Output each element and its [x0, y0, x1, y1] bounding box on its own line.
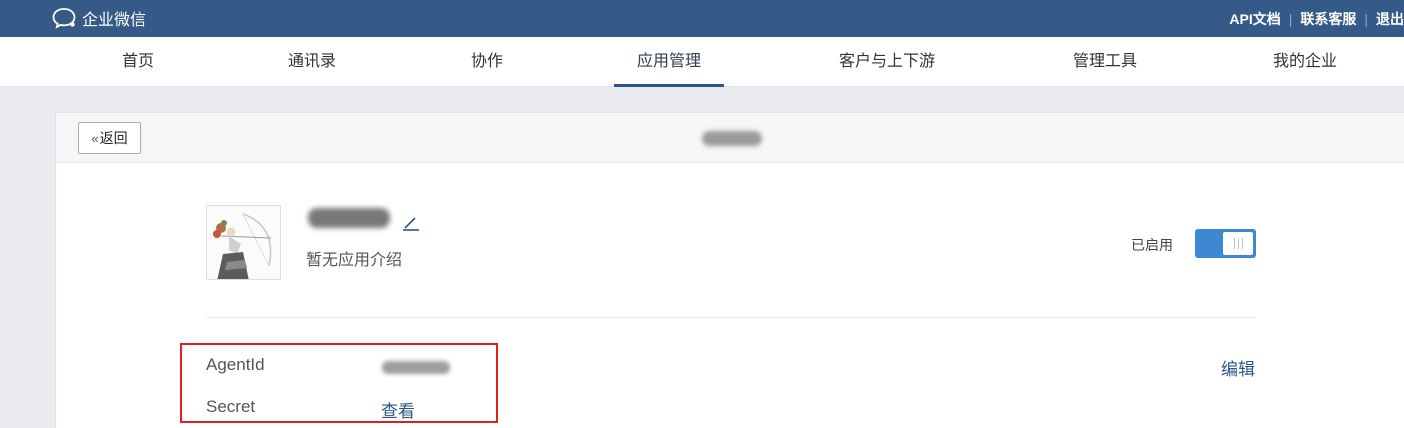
toggle-knob [1223, 232, 1253, 255]
nav-item-contacts[interactable]: 通讯录 [276, 37, 348, 87]
agentid-label: AgentId [206, 355, 265, 374]
nav-item-app-management-label: 应用管理 [636, 53, 701, 70]
nav-item-customers[interactable]: 客户与上下游 [822, 37, 952, 87]
nav-item-home[interactable]: 首页 [106, 37, 170, 87]
app-status-label: 已启用 [1131, 237, 1173, 253]
nav-item-collaboration[interactable]: 协作 [455, 37, 519, 87]
back-button-label: 返回 [99, 130, 128, 146]
link-separator: | [1288, 10, 1293, 27]
redacted-app-title [702, 131, 762, 146]
card-header: « 返回 [56, 113, 1404, 163]
api-docs-link[interactable]: API文档 [1229, 9, 1280, 29]
main-nav: 首页 通讯录 协作 应用管理 客户与上下游 管理工具 我的企业 [0, 37, 1404, 87]
brand-logo[interactable]: 企业微信 [52, 6, 146, 30]
edit-details-link[interactable]: 编辑 [1221, 355, 1255, 380]
pencil-icon[interactable] [402, 215, 420, 231]
nav-item-admin-tools[interactable]: 管理工具 [1058, 37, 1152, 87]
chat-bubble-icon [52, 8, 76, 29]
top-links: API文档 | 联系客服 | 退出 [1229, 0, 1404, 37]
archer-illustration [207, 206, 280, 279]
logout-link[interactable]: 退出 [1376, 9, 1404, 29]
back-button[interactable]: « 返回 [78, 122, 141, 154]
app-logo-image [206, 205, 281, 280]
link-separator: | [1364, 10, 1368, 27]
nav-item-my-company[interactable]: 我的企业 [1256, 37, 1354, 87]
active-tab-indicator [614, 84, 724, 87]
secret-label: Secret [206, 397, 256, 416]
contact-support-link[interactable]: 联系客服 [1300, 9, 1356, 29]
section-divider [206, 317, 1256, 318]
app-enabled-toggle[interactable] [1195, 229, 1256, 258]
app-detail-card: « 返回 暂无应用介绍 已启用 AgentId Secret 查看 编辑 [55, 112, 1404, 428]
redacted-app-name [308, 208, 390, 228]
brand-name: 企业微信 [82, 12, 147, 29]
double-chevron-left-icon: « [91, 130, 99, 146]
nav-item-app-management[interactable]: 应用管理 [614, 37, 724, 87]
view-secret-link[interactable]: 查看 [381, 397, 415, 422]
top-bar: 企业微信 API文档 | 联系客服 | 退出 [0, 0, 1404, 37]
app-intro-text: 暂无应用介绍 [306, 252, 403, 269]
redacted-agentid-value [382, 361, 450, 374]
